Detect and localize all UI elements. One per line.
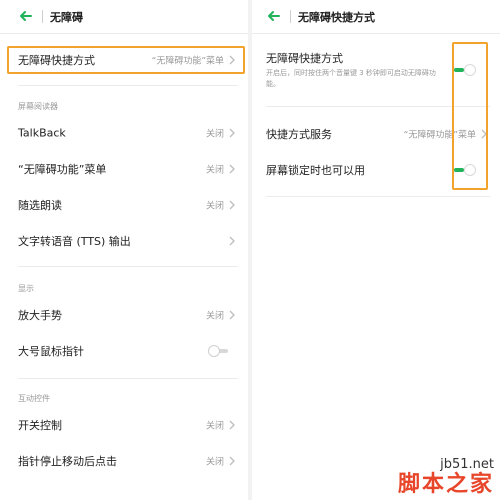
title-divider	[42, 10, 43, 23]
shortcut-toggle[interactable]	[454, 64, 476, 76]
row-value: 关闭	[205, 311, 224, 322]
row-value: “无障碍功能”菜单	[403, 130, 476, 141]
top-bar: 无障碍	[0, 0, 248, 34]
toggle-knob	[464, 64, 476, 76]
chevron-right-icon	[229, 164, 235, 174]
back-arrow-icon[interactable]	[18, 8, 34, 24]
chevron-right-icon	[229, 128, 235, 138]
row-magnification[interactable]: 放大手势 关闭	[0, 298, 248, 332]
row-label: 无障碍快捷方式	[18, 54, 95, 67]
row-label: 无障碍快捷方式	[266, 52, 343, 65]
chevron-right-icon	[229, 456, 235, 466]
section-header-display: 显示	[18, 284, 34, 293]
row-label: 开关控制	[18, 419, 62, 432]
chevron-right-icon	[481, 129, 487, 139]
row-talkback[interactable]: TalkBack 关闭	[0, 116, 248, 150]
back-arrow-icon[interactable]	[266, 8, 282, 24]
row-dwell-click[interactable]: 指针停止移动后点击 关闭	[0, 444, 248, 478]
toggle-track	[454, 168, 464, 172]
row-label: 放大手势	[18, 309, 62, 322]
row-label: 大号鼠标指针	[18, 345, 84, 358]
toggle-knob	[464, 164, 476, 176]
page-title: 无障碍快捷方式	[298, 11, 375, 24]
row-a11y-menu[interactable]: “无障碍功能”菜单 关闭	[0, 152, 248, 186]
divider	[18, 85, 238, 86]
chevron-right-icon	[229, 200, 235, 210]
chevron-right-icon	[229, 420, 235, 430]
divider	[266, 196, 490, 197]
row-select-to-speak[interactable]: 随选朗读 关闭	[0, 188, 248, 222]
shortcut-description: 开启后，同时按住两个音量键 3 秒钟即可启动无障碍功能。	[266, 69, 436, 88]
row-label: 指针停止移动后点击	[18, 455, 117, 468]
chevron-right-icon	[229, 55, 235, 65]
row-label: TalkBack	[18, 126, 66, 140]
divider	[18, 266, 238, 267]
a11y-shortcut-panel: 无障碍快捷方式 无障碍快捷方式 开启后，同时按住两个音量键 3 秒钟即可启动无障…	[252, 0, 500, 500]
row-value: 关闭	[205, 421, 224, 432]
divider	[18, 378, 238, 379]
toggle-knob	[208, 345, 220, 357]
row-shortcut-service[interactable]: 快捷方式服务 “无障碍功能”菜单	[252, 117, 500, 151]
row-label: 随选朗读	[18, 199, 62, 212]
row-label: 文字转语音 (TTS) 输出	[18, 235, 131, 248]
accessibility-settings-panel: 无障碍 无障碍快捷方式 “无障碍功能”菜单 屏幕阅读器 TalkBack 关闭 …	[0, 0, 248, 500]
row-value: 关闭	[205, 129, 224, 140]
row-switch-access[interactable]: 开关控制 关闭	[0, 408, 248, 442]
divider	[266, 106, 490, 107]
row-value: “无障碍功能”菜单	[151, 56, 224, 67]
title-divider	[290, 10, 291, 23]
row-label: “无障碍功能”菜单	[18, 163, 107, 176]
top-bar: 无障碍快捷方式	[252, 0, 500, 34]
row-tts-output[interactable]: 文字转语音 (TTS) 输出	[0, 224, 248, 258]
page-title: 无障碍	[50, 11, 83, 24]
row-label: 快捷方式服务	[266, 128, 332, 141]
row-value: 关闭	[205, 201, 224, 212]
row-label: 屏幕锁定时也可以用	[266, 164, 365, 177]
section-header-screen-reader: 屏幕阅读器	[18, 102, 58, 111]
section-header-interaction: 互动控件	[18, 394, 50, 403]
large-pointer-toggle[interactable]	[208, 345, 230, 357]
row-value: 关闭	[205, 457, 224, 468]
toggle-track	[454, 68, 464, 72]
chevron-right-icon	[229, 236, 235, 246]
row-value: 关闭	[205, 165, 224, 176]
row-a11y-shortcut[interactable]: 无障碍快捷方式 “无障碍功能”菜单	[0, 43, 248, 77]
watermark-text: 脚本之家	[397, 472, 494, 497]
lockscreen-toggle[interactable]	[454, 164, 476, 176]
chevron-right-icon	[229, 310, 235, 320]
